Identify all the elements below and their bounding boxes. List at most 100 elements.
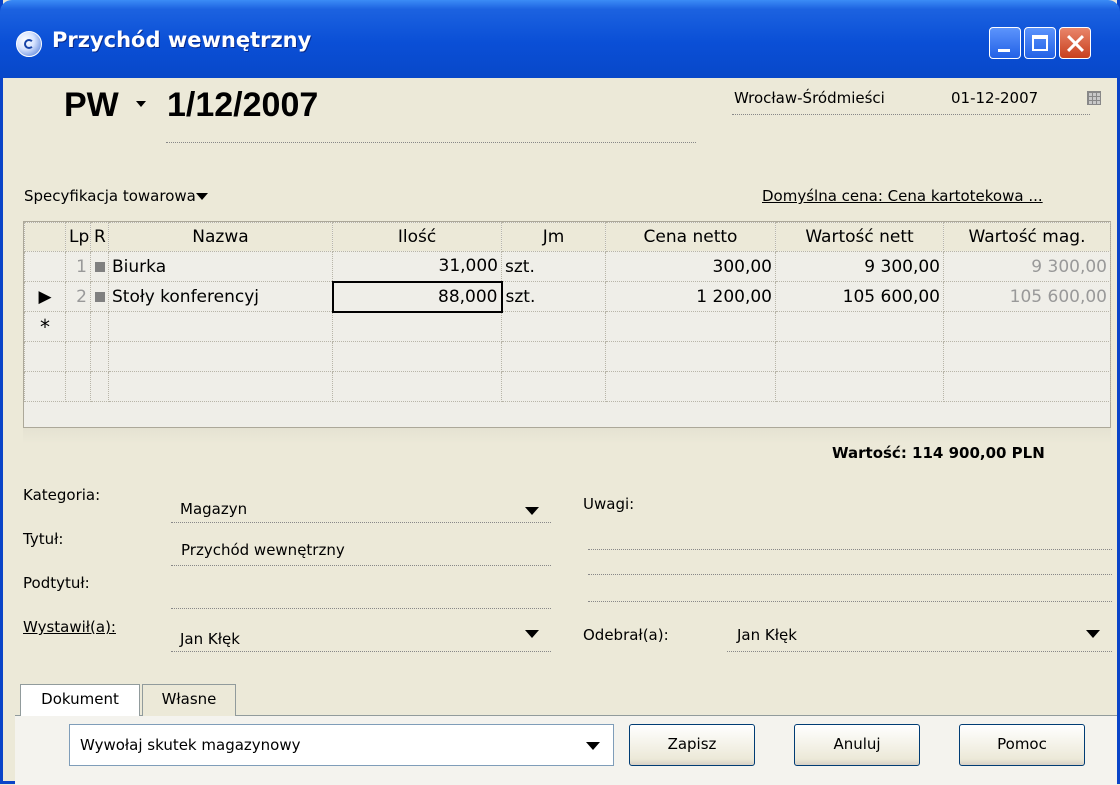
chevron-down-icon[interactable]: [1086, 630, 1100, 638]
column-header-lp[interactable]: Lp: [65, 222, 91, 252]
date-field[interactable]: 01-12-2007: [951, 89, 1038, 107]
chevron-down-icon[interactable]: [525, 630, 539, 638]
column-header-nazwa[interactable]: Nazwa: [108, 222, 333, 252]
row-indicator[interactable]: ▶: [24, 281, 66, 312]
column-header-wartosc-mag[interactable]: Wartość mag.: [943, 222, 1111, 252]
tab-dokument[interactable]: Dokument: [20, 684, 140, 716]
tytul-label: Tytuł:: [23, 530, 64, 548]
cell-wartosc-mag: 105 600,00: [943, 281, 1111, 312]
tab-wlasne[interactable]: Własne: [142, 684, 236, 716]
chevron-down-icon[interactable]: [136, 101, 146, 107]
total-value: Wartość: 114 900,00 PLN: [832, 444, 1045, 462]
cell-lp: 1: [65, 251, 91, 282]
empty-cell: [332, 341, 502, 372]
empty-cell: [605, 341, 776, 372]
odebral-label: Odebrał(a):: [583, 626, 669, 644]
empty-cell[interactable]: [332, 311, 502, 342]
cell-wartosc-netto[interactable]: 105 600,00: [775, 281, 944, 312]
items-grid[interactable]: Lp R Nazwa Ilość Jm Cena netto Wartość n…: [23, 221, 1111, 428]
wystawil-select[interactable]: Jan Kłęk: [180, 630, 240, 648]
empty-cell: [24, 341, 66, 372]
cell-r[interactable]: [90, 281, 109, 312]
podtytul-label: Podtytuł:: [23, 574, 90, 592]
cell-cena-netto[interactable]: 1 200,00: [605, 281, 776, 312]
table-row[interactable]: ▶ 2 Stoły konferencyj 88,000 szt. 1 200,…: [24, 280, 1111, 313]
header-underline: [732, 114, 1090, 115]
empty-cell: [108, 371, 333, 402]
column-header-wartosc-netto[interactable]: Wartość nett: [775, 222, 944, 252]
empty-row: [24, 341, 1111, 372]
empty-cell: [332, 371, 502, 402]
help-button[interactable]: Pomoc: [959, 724, 1085, 766]
document-type-selector[interactable]: PW: [64, 86, 119, 125]
odebral-select[interactable]: Jan Kłęk: [737, 626, 797, 644]
close-icon[interactable]: [1059, 27, 1091, 59]
empty-cell: [90, 371, 109, 402]
cell-nazwa[interactable]: Biurka: [108, 251, 333, 282]
current-row-icon: ▶: [38, 286, 52, 307]
title-bar[interactable]: Przychód wewnętrzny: [0, 0, 1120, 78]
cell-jm[interactable]: szt.: [501, 251, 606, 282]
cancel-button[interactable]: Anuluj: [794, 724, 920, 766]
calendar-icon[interactable]: [1087, 91, 1101, 105]
document-number-underline: [166, 142, 696, 143]
tytul-input[interactable]: Przychód wewnętrzny: [181, 541, 345, 559]
uwagi-label: Uwagi:: [583, 495, 635, 513]
empty-cell[interactable]: [90, 311, 109, 342]
window-title: Przychód wewnętrzny: [52, 28, 312, 52]
cell-jm[interactable]: szt.: [501, 281, 606, 312]
uwagi-line: [588, 574, 1112, 575]
empty-cell: [65, 371, 91, 402]
chevron-down-icon[interactable]: [586, 742, 600, 750]
cell-lp: 2: [65, 281, 91, 312]
row-indicator[interactable]: [24, 251, 66, 282]
maximize-icon[interactable]: [1024, 27, 1056, 59]
specification-menu[interactable]: Specyfikacja towarowa: [24, 187, 196, 205]
grid-header-row: Lp R Nazwa Ilość Jm Cena netto Wartość n…: [24, 222, 1111, 252]
kategoria-label: Kategoria:: [23, 486, 101, 504]
empty-cell: [775, 341, 944, 372]
document-number[interactable]: 1/12/2007: [167, 86, 318, 125]
table-row[interactable]: 1 Biurka 31,000 szt. 300,00 9 300,00 9 3…: [24, 251, 1111, 282]
empty-cell: [775, 371, 944, 402]
empty-cell[interactable]: [65, 311, 91, 342]
chevron-down-icon[interactable]: [525, 507, 539, 515]
new-row-icon[interactable]: *: [24, 311, 66, 342]
empty-cell[interactable]: [501, 311, 606, 342]
empty-cell: [943, 371, 1111, 402]
empty-cell[interactable]: [775, 311, 944, 342]
wystawil-underline: [171, 651, 551, 652]
column-header-jm[interactable]: Jm: [501, 222, 606, 252]
empty-cell[interactable]: [108, 311, 333, 342]
cell-wartosc-mag: 9 300,00: [943, 251, 1111, 282]
empty-cell: [65, 341, 91, 372]
uwagi-textarea[interactable]: [588, 520, 1112, 604]
cell-nazwa[interactable]: Stoły konferencyj: [108, 281, 333, 312]
column-header-cena-netto[interactable]: Cena netto: [605, 222, 776, 252]
kategoria-select[interactable]: Magazyn: [180, 500, 247, 518]
odebral-underline: [727, 651, 1112, 652]
column-header-ilosc[interactable]: Ilość: [332, 222, 502, 252]
empty-cell: [501, 371, 606, 402]
kategoria-underline: [171, 522, 551, 523]
action-select[interactable]: Wywołaj skutek magazynowy: [69, 724, 614, 766]
empty-cell: [943, 341, 1111, 372]
row-indicator-header: [24, 222, 66, 252]
podtytul-input[interactable]: [171, 566, 551, 606]
cell-ilosc-active[interactable]: 88,000: [331, 280, 503, 313]
default-price-link[interactable]: Domyślna cena: Cena kartotekowa ...: [762, 187, 1043, 205]
action-select-value: Wywołaj skutek magazynowy: [80, 736, 301, 754]
wystawil-label: Wystawił(a):: [23, 618, 116, 636]
cell-cena-netto[interactable]: 300,00: [605, 251, 776, 282]
chevron-down-icon[interactable]: [196, 193, 208, 200]
column-header-r[interactable]: R: [90, 222, 109, 252]
empty-cell[interactable]: [605, 311, 776, 342]
cell-r[interactable]: [90, 251, 109, 282]
cell-wartosc-netto[interactable]: 9 300,00: [775, 251, 944, 282]
cell-ilosc[interactable]: 31,000: [332, 251, 502, 282]
empty-cell[interactable]: [943, 311, 1111, 342]
new-row[interactable]: *: [24, 311, 1111, 342]
location-field[interactable]: Wrocław-Śródmieści: [734, 89, 885, 107]
save-button[interactable]: Zapisz: [629, 724, 755, 766]
minimize-icon[interactable]: [989, 27, 1021, 59]
